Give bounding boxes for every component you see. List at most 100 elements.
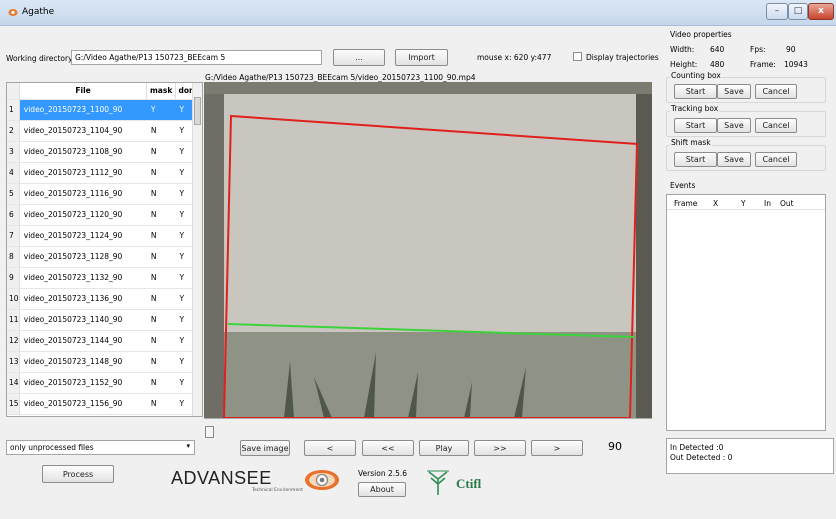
file-name-cell: video_20150723_1140_90 [19,309,147,331]
file-name-cell: video_20150723_1128_90 [19,246,147,268]
table-row[interactable]: 12 video_20150723_1144_90 N Y [7,330,202,352]
row-number: 8 [7,246,20,268]
table-row[interactable]: 10 video_20150723_1136_90 N Y [7,288,202,310]
table-row[interactable]: 9 video_20150723_1132_90 N Y [7,267,202,289]
events-table[interactable]: Frame X Y In Out [666,194,826,431]
process-button[interactable]: Process [42,465,114,483]
title-bar: Agathe – □ x [0,0,836,26]
counting-save-button[interactable]: Save [717,84,751,99]
row-number: 7 [7,225,20,247]
table-row[interactable]: 11 video_20150723_1140_90 N Y [7,309,202,331]
table-row[interactable]: 3 video_20150723_1108_90 N Y [7,141,202,163]
table-row[interactable]: 4 video_20150723_1112_90 N Y [7,162,202,184]
file-name-cell: video_20150723_1100_90 [19,99,147,121]
mask-cell: N [146,204,176,226]
detection-summary: In Detected :0 Out Detected : 0 [666,438,834,474]
file-name-cell: video_20150723_1108_90 [19,141,147,163]
table-row[interactable]: 5 video_20150723_1116_90 N Y [7,183,202,205]
mask-cell: N [146,141,176,163]
advansee-subtitle: Technical Environment [252,488,303,493]
mask-cell: N [146,120,176,142]
file-name-cell: video_20150723_1148_90 [19,351,147,373]
import-button[interactable]: Import [395,49,448,66]
table-scrollbar[interactable] [192,83,202,416]
table-row[interactable]: 8 video_20150723_1128_90 N Y [7,246,202,268]
shift-cancel-button[interactable]: Cancel [755,152,797,167]
table-scrollbar-thumb[interactable] [194,97,201,125]
maximize-button[interactable]: □ [788,3,808,20]
table-row[interactable]: 14 video_20150723_1152_90 N Y [7,372,202,394]
column-header-file[interactable]: File [19,83,148,100]
app-icon [8,9,18,16]
fps-label: Fps: [750,45,766,54]
table-row[interactable]: 15 video_20150723_1156_90 N Y [7,393,202,415]
file-name-cell: video_20150723_1156_90 [19,393,147,415]
next-frame-button[interactable]: > [531,440,583,456]
row-number: 3 [7,141,20,163]
file-table-grid: File mask done 1 video_20150723_1100_90 Y Y… [7,83,202,415]
close-button[interactable]: x [808,3,834,20]
in-detected: In Detected :0 [670,443,724,452]
tracking-start-button[interactable]: Start [674,118,717,133]
display-trajectories-label: Display trajectories [586,53,659,62]
video-slider-handle[interactable] [205,426,214,438]
file-table-header: File mask done [7,83,202,100]
mask-cell: N [146,183,176,205]
current-frame: 90 [608,440,622,453]
play-button[interactable]: Play [419,440,469,456]
previous-frame-button[interactable]: < [304,440,356,456]
save-image-button[interactable]: Save image [240,440,290,456]
mask-cell: N [146,393,176,415]
display-trajectories-checkbox[interactable] [573,52,582,61]
file-filter-select[interactable]: only unprocessed files ▾ [6,440,195,455]
table-row[interactable]: 2 video_20150723_1104_90 N Y [7,120,202,142]
table-row[interactable]: 7 video_20150723_1124_90 N Y [7,225,202,247]
height-label: Height: [670,60,698,69]
video-view[interactable] [204,82,652,418]
mask-cell: N [146,330,176,352]
row-number: 10 [7,288,20,310]
mask-cell: N [146,246,176,268]
working-directory-input[interactable]: G:/Video Agathe/P13 150723_BEEcam 5 [71,50,322,65]
counting-start-button[interactable]: Start [674,84,717,99]
browse-button[interactable]: ... [333,49,385,66]
file-table: File mask done 1 video_20150723_1100_90 Y Y… [6,82,203,417]
file-name-cell: video_20150723_1136_90 [19,288,147,310]
advansee-logo-text: ADVANSEE [171,468,272,488]
column-header-mask[interactable]: mask [146,83,176,100]
corner-cell [7,83,20,100]
mask-cell: N [146,162,176,184]
tracking-cancel-button[interactable]: Cancel [755,118,797,133]
events-col-frame[interactable]: Frame [674,199,697,208]
file-name-cell: video_20150723_1120_90 [19,204,147,226]
row-number: 11 [7,309,20,331]
fps-value: 90 [786,45,796,54]
events-col-in[interactable]: In [764,199,771,208]
row-number: 15 [7,393,20,415]
table-row[interactable]: 1 video_20150723_1100_90 Y Y [7,99,202,121]
file-name-cell: video_20150723_1132_90 [19,267,147,289]
tracking-save-button[interactable]: Save [717,118,751,133]
row-number: 1 [7,99,20,121]
video-slider-track[interactable] [204,418,652,419]
file-name-cell: video_20150723_1116_90 [19,183,147,205]
video-frame[interactable] [204,82,652,418]
rewind-button[interactable]: << [362,440,414,456]
fast-forward-button[interactable]: >> [474,440,526,456]
out-detected: Out Detected : 0 [670,453,733,462]
shift-start-button[interactable]: Start [674,152,717,167]
width-value: 640 [710,45,725,54]
counting-cancel-button[interactable]: Cancel [755,84,797,99]
working-directory-label: Working directory [6,54,73,63]
table-row[interactable]: 13 video_20150723_1148_90 N Y [7,351,202,373]
table-row[interactable]: 6 video_20150723_1120_90 N Y [7,204,202,226]
events-col-out[interactable]: Out [780,199,794,208]
events-col-y[interactable]: Y [741,199,746,208]
events-col-x[interactable]: X [713,199,718,208]
ctifl-logo-text: Ctifl [456,476,482,491]
frame-value: 10943 [784,60,808,69]
about-button[interactable]: About [358,482,406,497]
version-label: Version 2.5.6 [358,469,408,478]
minimize-button[interactable]: – [766,3,788,20]
shift-save-button[interactable]: Save [717,152,751,167]
